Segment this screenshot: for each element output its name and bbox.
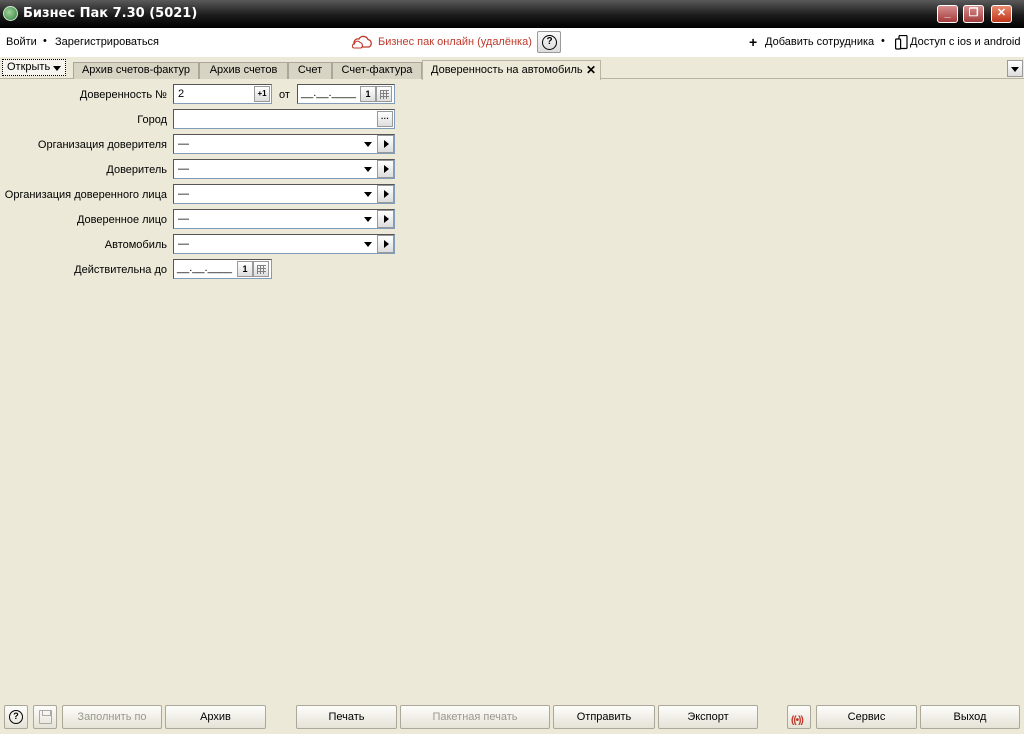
maximize-button[interactable]: ❐ (963, 5, 984, 23)
city-input[interactable]: ··· (173, 109, 395, 129)
tab-invoice[interactable]: Счет-фактура (332, 62, 422, 79)
calendar-button[interactable] (376, 86, 392, 102)
agent-select[interactable]: — (173, 209, 395, 229)
plus-icon: + (749, 34, 758, 50)
increment-number-button[interactable]: +1 (254, 86, 270, 102)
principal-open-button[interactable] (377, 160, 394, 178)
chevron-down-icon[interactable] (364, 142, 372, 147)
agent-org-open-button[interactable] (377, 185, 394, 203)
broadcast-button[interactable]: ((•)) (787, 705, 811, 729)
title-bar: Бизнес Пак 7.30 (5021) _ ❐ ✕ (0, 0, 1024, 28)
menu-separator-2: • (881, 35, 885, 47)
top-menu-bar: Войти • Зарегистрироваться Бизнес пак он… (0, 28, 1024, 57)
tab-label: Доверенность на автомобиль (431, 64, 583, 76)
floppy-disk-icon (39, 710, 52, 724)
agent-org-value: — (178, 188, 189, 200)
agent-open-button[interactable] (377, 210, 394, 228)
menu-separator: • (43, 35, 47, 47)
tab-bill-archive[interactable]: Архив счетов (199, 62, 288, 79)
agent-value: — (178, 213, 189, 225)
help-icon: ? (542, 35, 557, 50)
principal-value: — (178, 163, 189, 175)
service-button[interactable]: Сервис (816, 705, 917, 729)
help-button-top[interactable]: ? (537, 31, 561, 53)
agent-org-label: Организация доверенного лица (4, 189, 167, 201)
bottom-toolbar: ? Заполнить по Архив Печать Пакетная печ… (0, 703, 1024, 734)
principal-org-open-button[interactable] (377, 135, 394, 153)
city-browse-button[interactable]: ··· (377, 111, 393, 127)
city-label: Город (137, 114, 167, 126)
number-value: 2 (178, 88, 185, 100)
car-label: Автомобиль (104, 239, 167, 251)
number-label: Доверенность № (79, 89, 167, 101)
cloud-icon[interactable] (352, 35, 374, 49)
close-window-button[interactable]: ✕ (991, 5, 1012, 23)
date-input[interactable]: __.__.____ 1 (297, 84, 395, 104)
open-menu-label: Открыть (7, 61, 51, 73)
print-button[interactable]: Печать (296, 705, 397, 729)
tab-strip: Открыть Архив счетов-фактур Архив счетов… (0, 57, 1024, 80)
valid-until-value: __.__.____ (177, 262, 233, 274)
valid-until-today-button[interactable]: 1 (237, 261, 253, 277)
principal-org-select[interactable]: — (173, 134, 395, 154)
chevron-down-icon (53, 66, 61, 71)
login-link[interactable]: Войти (6, 36, 37, 48)
online-remote-link[interactable]: Бизнес пак онлайн (удалёнка) (378, 36, 532, 48)
agent-label: Доверенное лицо (76, 214, 167, 226)
car-select[interactable]: — (173, 234, 395, 254)
principal-org-value: — (178, 138, 189, 150)
mobile-access-link[interactable]: Доступ с ios и android (910, 36, 1020, 48)
agent-org-select[interactable]: — (173, 184, 395, 204)
tabs-dropdown-button[interactable] (1007, 60, 1023, 77)
principal-label: Доверитель (106, 164, 167, 176)
exit-button[interactable]: Выход (920, 705, 1020, 729)
calendar-icon (380, 90, 389, 99)
number-input[interactable]: 2 +1 (173, 84, 272, 104)
tab-bill[interactable]: Счет (288, 62, 332, 79)
batch-print-button: Пакетная печать (400, 705, 550, 729)
valid-until-calendar-button[interactable] (253, 261, 269, 277)
open-menu-button[interactable]: Открыть (2, 59, 66, 76)
add-employee-link[interactable]: Добавить сотрудника (765, 36, 874, 48)
save-button (33, 705, 57, 729)
register-link[interactable]: Зарегистрироваться (55, 36, 159, 48)
minimize-button[interactable]: _ (937, 5, 958, 23)
valid-until-input[interactable]: __.__.____ 1 (173, 259, 272, 279)
from-label: от (279, 89, 290, 101)
archive-button[interactable]: Архив (165, 705, 266, 729)
chevron-down-icon[interactable] (364, 192, 372, 197)
chevron-down-icon[interactable] (364, 167, 372, 172)
send-button[interactable]: Отправить (553, 705, 655, 729)
mobile-devices-icon (895, 35, 908, 50)
broadcast-signal-icon: ((•)) (791, 715, 804, 726)
date-today-button[interactable]: 1 (360, 86, 376, 102)
fill-by-button: Заполнить по (62, 705, 162, 729)
calendar-icon (257, 265, 266, 274)
chevron-down-icon[interactable] (364, 217, 372, 222)
close-tab-icon[interactable]: ✕ (586, 64, 596, 76)
window-title: Бизнес Пак 7.30 (5021) (23, 6, 198, 21)
export-button[interactable]: Экспорт (658, 705, 758, 729)
principal-select[interactable]: — (173, 159, 395, 179)
car-value: — (178, 238, 189, 250)
tab-car-power-of-attorney[interactable]: Доверенность на автомобиль ✕ (422, 60, 601, 80)
help-button[interactable]: ? (4, 705, 28, 729)
car-open-button[interactable] (377, 235, 394, 253)
principal-org-label: Организация доверителя (37, 139, 167, 151)
app-logo-icon (3, 6, 18, 21)
valid-until-label: Действительна до (74, 264, 167, 276)
chevron-down-icon[interactable] (364, 242, 372, 247)
tab-invoice-archive[interactable]: Архив счетов-фактур (73, 62, 199, 79)
date-value: __.__.____ (301, 87, 357, 99)
help-icon: ? (9, 710, 23, 724)
